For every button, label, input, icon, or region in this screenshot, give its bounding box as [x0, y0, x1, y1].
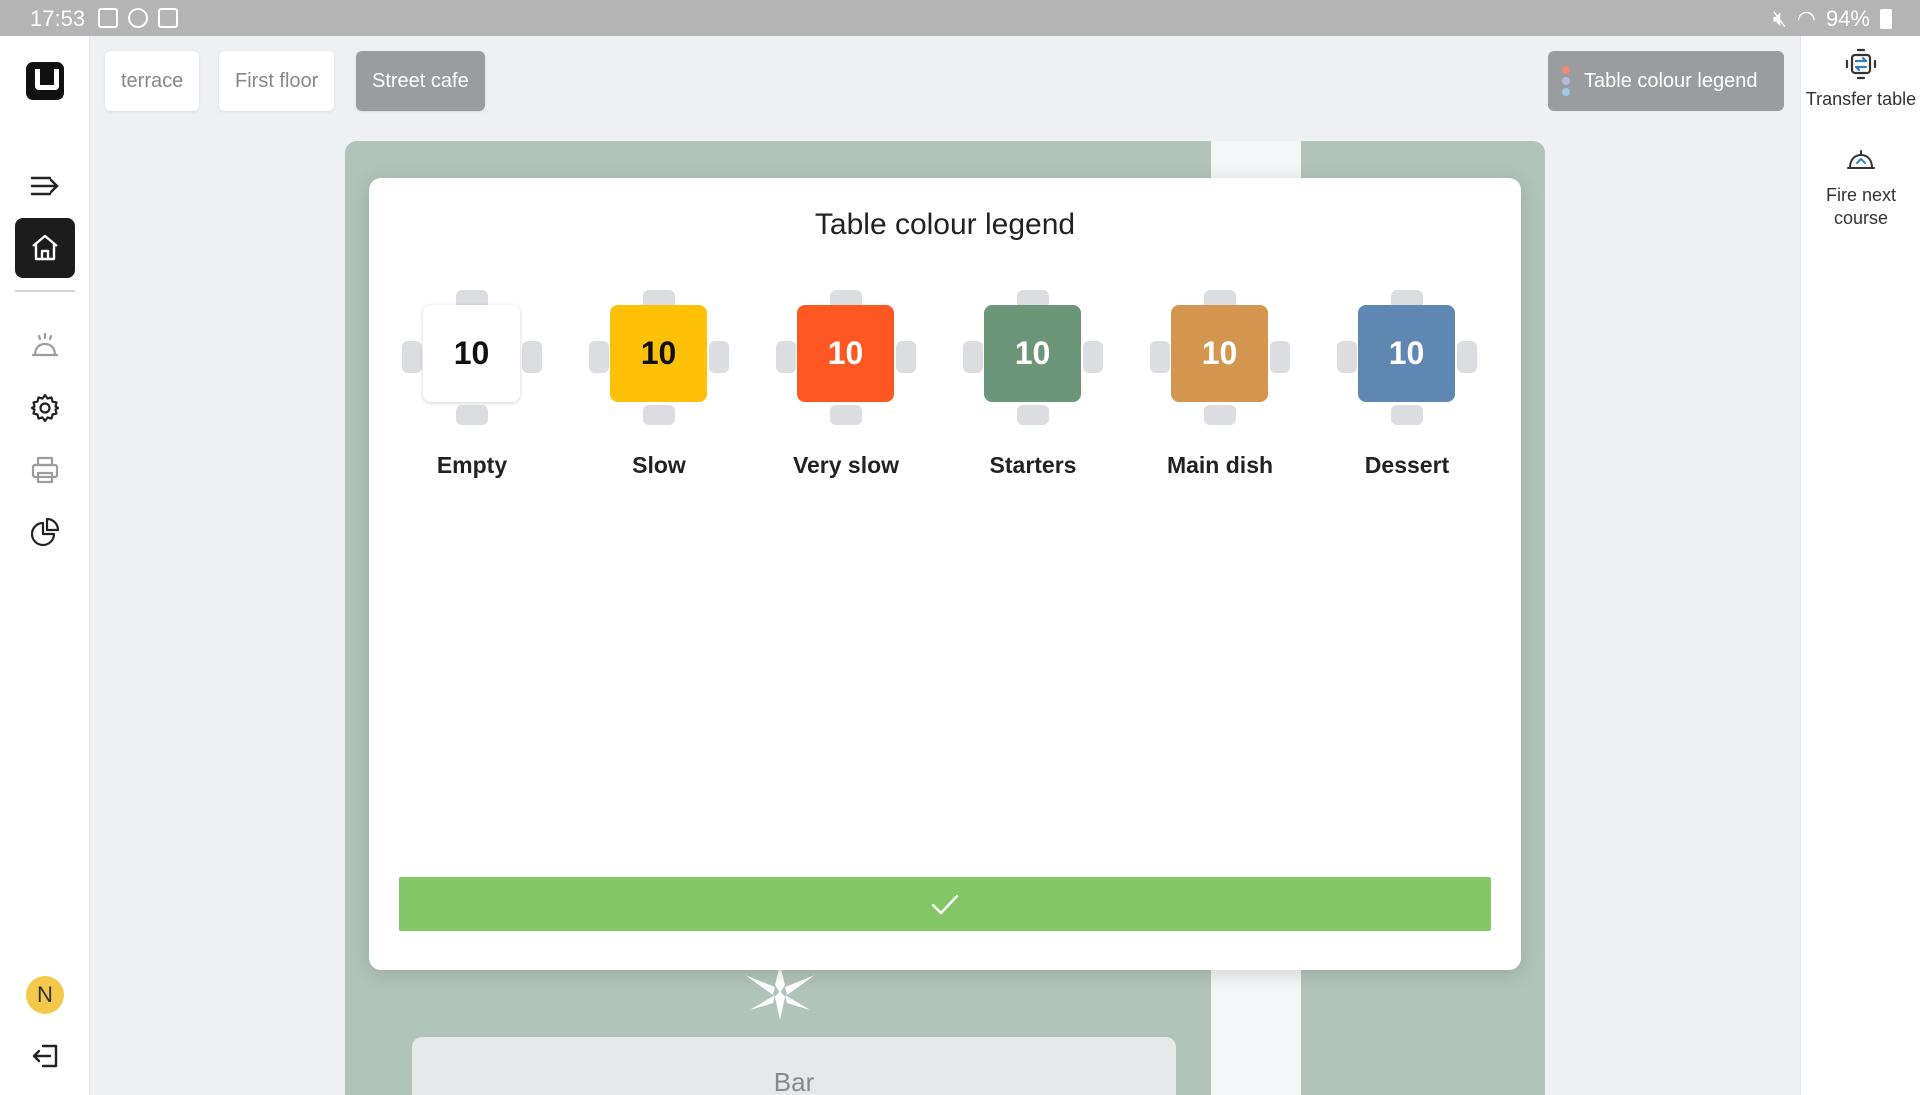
- chair: [1270, 341, 1290, 373]
- settings-button[interactable]: [15, 378, 75, 438]
- chair: [776, 341, 796, 373]
- chair: [1204, 405, 1236, 425]
- status-bar: 17:53 🔇︎ ◠ 94%: [0, 0, 1920, 36]
- legend-item-slow: 10 Slow: [589, 290, 729, 490]
- chair: [1391, 405, 1423, 425]
- chair: [963, 341, 983, 373]
- chair: [402, 341, 422, 373]
- legend-item-dessert: 10 Dessert: [1337, 290, 1477, 490]
- bar-table-label: Bar: [773, 1067, 815, 1095]
- table-swatch: 10: [984, 305, 1081, 402]
- wifi-icon: ◠: [1796, 6, 1816, 31]
- transfer-table-button[interactable]: Transfer table: [1801, 46, 1920, 111]
- gear-icon: [30, 393, 60, 423]
- legend-label: Dessert: [1364, 452, 1450, 478]
- chair: [456, 405, 488, 425]
- sidebar: N: [0, 36, 90, 1095]
- tab-terrace[interactable]: terrace: [105, 51, 200, 111]
- table-swatch: 10: [1358, 305, 1455, 402]
- record-icon: [158, 8, 178, 28]
- gear-icon: [128, 8, 148, 28]
- image-icon: [98, 8, 118, 28]
- legend-dots-icon: [1562, 66, 1570, 96]
- table-swatch: 10: [610, 305, 707, 402]
- legend-item-main-dish: 10 Main dish: [1150, 290, 1290, 490]
- legend-label: Very slow: [792, 452, 900, 478]
- chair: [589, 341, 609, 373]
- reports-button[interactable]: [15, 502, 75, 562]
- battery-icon: [1880, 9, 1892, 29]
- table-colour-legend-button[interactable]: Table colour legend: [1548, 51, 1784, 111]
- table-swatch: 10: [797, 305, 894, 402]
- dialog-title: Table colour legend: [814, 208, 1076, 241]
- chair: [643, 405, 675, 425]
- fire-next-course-label: Fire next course: [1825, 185, 1897, 228]
- home-button[interactable]: [15, 218, 75, 278]
- logout-icon: [32, 1044, 58, 1068]
- chair: [896, 341, 916, 373]
- app-logo: [26, 62, 64, 100]
- right-action-panel: Transfer table Fire next course: [1800, 36, 1920, 1095]
- chair: [830, 405, 862, 425]
- battery-level: 94%: [1825, 6, 1870, 31]
- mute-icon: 🔇︎: [1772, 6, 1787, 31]
- pie-chart-icon: [30, 517, 60, 547]
- tab-street-cafe[interactable]: Street cafe: [356, 51, 485, 111]
- legend-item-very-slow: 10 Very slow: [776, 290, 916, 490]
- chair: [709, 341, 729, 373]
- status-time: 17:53: [30, 6, 86, 31]
- home-icon: [32, 234, 58, 261]
- status-right: 🔇︎ ◠ 94%: [1773, 6, 1892, 32]
- chair: [1337, 341, 1357, 373]
- user-avatar[interactable]: N: [26, 976, 64, 1014]
- logout-button[interactable]: [15, 1026, 75, 1086]
- print-button[interactable]: [15, 440, 75, 500]
- legend-label: Slow: [632, 452, 686, 478]
- cloche-icon: [31, 332, 59, 357]
- confirm-button[interactable]: [399, 877, 1491, 931]
- table-colour-legend-dialog: Table colour legend 10 Empty 10 Slow 10 …: [369, 178, 1521, 970]
- chair: [1150, 341, 1170, 373]
- collapse-menu-button[interactable]: [15, 156, 75, 216]
- table-swatch: 10: [423, 305, 520, 402]
- legend-label: Empty: [436, 452, 508, 478]
- transfer-table-label: Transfer table: [1805, 89, 1917, 109]
- transfer-icon: [1845, 48, 1877, 80]
- fire-next-course-button[interactable]: Fire next course: [1801, 142, 1920, 230]
- menu-arrow-icon: [30, 176, 59, 196]
- legend-item-starters: 10 Starters: [963, 290, 1103, 490]
- legend-list: 10 Empty 10 Slow 10 Very slow 10 Starter…: [402, 290, 1524, 490]
- chair: [522, 341, 542, 373]
- sidebar-divider: [15, 290, 75, 292]
- legend-label: Starters: [989, 452, 1077, 478]
- chair: [1457, 341, 1477, 373]
- legend-label: Main dish: [1166, 452, 1274, 478]
- kitchen-button[interactable]: [15, 316, 75, 376]
- legend-item-empty: 10 Empty: [402, 290, 542, 490]
- status-notification-icons: [98, 8, 178, 28]
- bar-table[interactable]: Bar: [412, 1037, 1176, 1095]
- check-icon: [931, 894, 959, 915]
- legend-button-label: Table colour legend: [1584, 70, 1758, 92]
- chair: [1017, 405, 1049, 425]
- cloche-fire-icon: [1847, 150, 1875, 169]
- table-swatch: 10: [1171, 305, 1268, 402]
- tab-first-floor[interactable]: First floor: [219, 51, 335, 111]
- plant-icon: [745, 965, 815, 1020]
- printer-icon: [31, 456, 59, 484]
- chair: [1083, 341, 1103, 373]
